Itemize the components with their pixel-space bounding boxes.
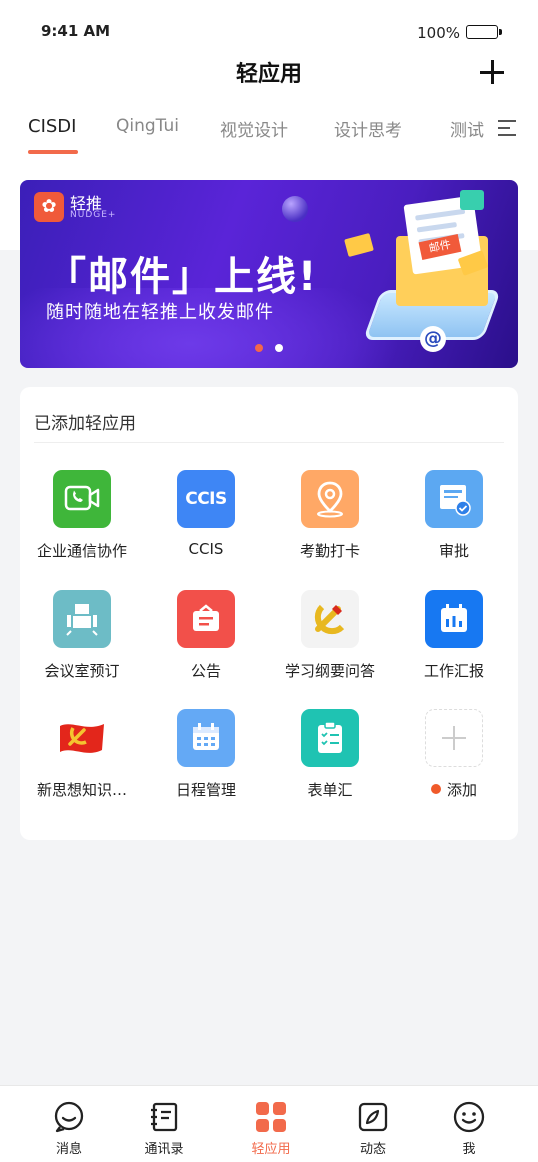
tab-test[interactable]: 测试 [450, 116, 484, 141]
location-pin-icon [301, 470, 359, 528]
nav-label: 动态 [359, 1142, 386, 1157]
schedule-calendar-icon [177, 709, 235, 767]
nav-label: 消息 [55, 1142, 82, 1157]
nav-messages[interactable]: 消息 [34, 1100, 104, 1157]
tab-design-thinking[interactable]: 设计思考 [334, 116, 402, 141]
status-time: 9:41 AM [41, 22, 111, 40]
party-flag-icon [53, 709, 111, 767]
nav-label: 我 [462, 1142, 476, 1157]
qingtui-logo-icon: ✿ [34, 192, 64, 222]
app-label: 会议室预订 [44, 662, 120, 680]
app-attendance[interactable]: 考勤打卡 [268, 470, 392, 561]
app-study-qa[interactable]: 学习纲要问答 [268, 590, 392, 681]
app-ccis[interactable]: CCIS CCIS [144, 470, 268, 558]
nav-contacts[interactable]: 通讯录 [129, 1100, 199, 1157]
banner-headline: 「邮件」上线! [46, 254, 319, 300]
app-new-thought[interactable]: 新思想知识… [20, 709, 144, 800]
nav-me[interactable]: 我 [434, 1100, 504, 1157]
contacts-icon [147, 1100, 181, 1134]
promo-banner[interactable]: ✿ 轻推 NUDGE+ 「邮件」上线! 随时随地在轻推上收发邮件 邮件 @ [20, 180, 518, 368]
battery-percent: 100% [417, 24, 460, 42]
tab-qingtui[interactable]: QingTui [116, 116, 179, 136]
app-label: 公告 [190, 662, 221, 680]
tab-menu-icon[interactable] [498, 118, 518, 138]
banner-subline: 随时随地在轻推上收发邮件 [46, 302, 274, 323]
app-meeting-room[interactable]: 会议室预订 [20, 590, 144, 681]
app-label: 企业通信协作 [36, 542, 127, 560]
bottom-nav: 消息 通讯录 轻应用 动态 我 [0, 1085, 538, 1162]
app-label: 日程管理 [175, 781, 236, 799]
carousel-dot-active[interactable] [255, 344, 263, 352]
section-title: 已添加轻应用 [34, 414, 136, 434]
app-work-report[interactable]: 工作汇报 [392, 590, 516, 681]
page-title: 轻应用 [235, 62, 302, 87]
apps-card: 已添加轻应用 企业通信协作 CCIS CCIS 考勤打卡 审批 会议室预订 公告… [20, 387, 518, 840]
announcement-icon [177, 590, 235, 648]
message-icon [52, 1100, 86, 1134]
app-announcement[interactable]: 公告 [144, 590, 268, 681]
add-button[interactable] [478, 58, 506, 86]
video-chat-icon [53, 470, 111, 528]
banner-brand-sub: NUDGE+ [70, 210, 117, 220]
app-label: 添加 [392, 779, 516, 800]
tab-bar: CISDI QingTui 视觉设计 设计思考 测试 [0, 112, 538, 156]
tab-cisdi[interactable]: CISDI [28, 116, 76, 137]
form-clipboard-icon [301, 709, 359, 767]
nav-feed[interactable]: 动态 [338, 1100, 408, 1157]
small-envelope-icon [344, 232, 374, 258]
add-app-button[interactable]: 添加 [392, 709, 516, 800]
nav-apps[interactable]: 轻应用 [236, 1100, 306, 1157]
approval-doc-icon [425, 470, 483, 528]
compass-icon [356, 1100, 390, 1134]
calendar-chart-icon [425, 590, 483, 648]
red-dot-icon [430, 784, 441, 794]
meeting-room-icon [53, 590, 111, 648]
party-emblem-icon [301, 590, 359, 648]
nav-label: 轻应用 [251, 1142, 291, 1157]
battery-icon [466, 25, 502, 39]
orb-decoration [282, 196, 308, 222]
nav-label: 通讯录 [144, 1142, 184, 1157]
app-label: 新思想知识… [36, 781, 127, 799]
profile-face-icon [452, 1100, 486, 1134]
ccis-icon: CCIS [177, 470, 235, 528]
app-form-hub[interactable]: 表单汇 [268, 709, 392, 800]
carousel-dot[interactable] [275, 344, 283, 352]
active-tab-indicator [28, 150, 78, 154]
app-label: 表单汇 [307, 781, 353, 799]
app-schedule[interactable]: 日程管理 [144, 709, 268, 800]
tab-visual-design[interactable]: 视觉设计 [220, 116, 288, 141]
apps-grid-icon [254, 1100, 288, 1134]
app-label: 工作汇报 [423, 662, 484, 680]
add-icon [425, 709, 483, 767]
app-approval[interactable]: 审批 [392, 470, 516, 561]
app-label: 学习纲要问答 [284, 662, 375, 680]
at-icon: @ [420, 326, 446, 352]
app-label: 审批 [438, 542, 469, 560]
status-bar: 9:41 AM 100% [0, 0, 538, 50]
app-enterprise-comm[interactable]: 企业通信协作 [20, 470, 144, 561]
app-label: 考勤打卡 [299, 542, 360, 560]
app-label: CCIS [188, 540, 224, 558]
divider [34, 442, 504, 443]
image-icon [460, 190, 484, 210]
